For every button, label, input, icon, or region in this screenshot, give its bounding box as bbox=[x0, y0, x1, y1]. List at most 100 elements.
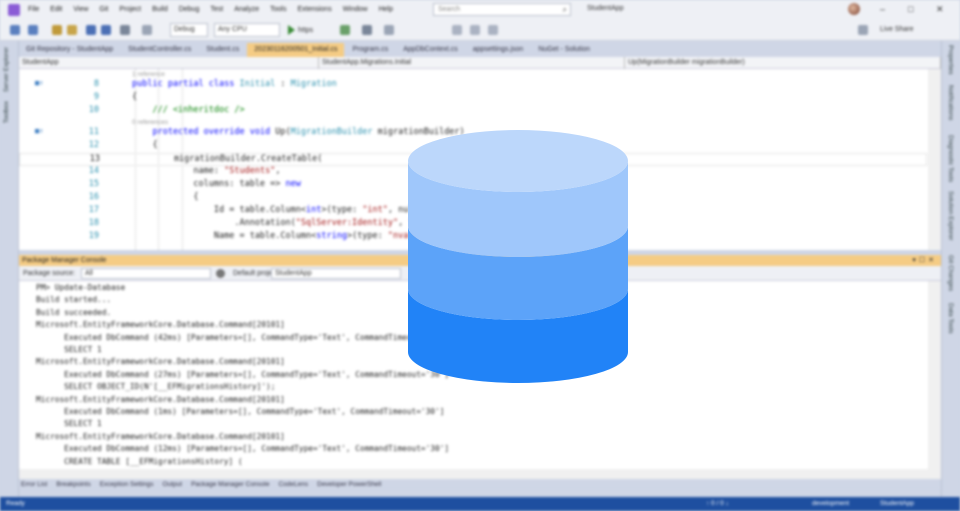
gear-icon[interactable] bbox=[216, 269, 225, 278]
menu-help[interactable]: Help bbox=[379, 6, 393, 13]
code-text: { bbox=[132, 92, 137, 102]
run-button[interactable]: https bbox=[288, 23, 313, 37]
status-changes[interactable]: ↑ 0 / 0 ↓ bbox=[706, 500, 729, 507]
console-horizontal-scrollbar[interactable] bbox=[19, 469, 928, 479]
console-line: Executed DbCommand (42ms) [Parameters=[]… bbox=[36, 332, 450, 342]
toolbar-misc-icon[interactable] bbox=[384, 25, 394, 35]
line-number: 11 bbox=[88, 127, 99, 137]
save-all-icon[interactable] bbox=[101, 25, 111, 35]
undo-icon[interactable] bbox=[120, 25, 130, 35]
menu-extensions[interactable]: Extensions bbox=[297, 6, 331, 13]
search-input[interactable]: Search ⌕ bbox=[433, 3, 571, 16]
menu-edit[interactable]: Edit bbox=[50, 6, 62, 13]
tab-initial-migration[interactable]: 20230116200501_Initial.cs bbox=[247, 43, 345, 57]
tab-program[interactable]: Program.cs bbox=[345, 43, 395, 57]
maximize-icon[interactable]: □ bbox=[908, 4, 913, 14]
menu-file[interactable]: File bbox=[28, 6, 39, 13]
code-token: >(type: bbox=[346, 231, 388, 241]
menu-window[interactable]: Window bbox=[343, 6, 368, 13]
close-icon[interactable]: ✕ bbox=[936, 4, 944, 15]
database-icon bbox=[408, 130, 628, 383]
package-source-label: Package source: bbox=[23, 270, 76, 277]
run-label: https bbox=[298, 26, 314, 34]
server-explorer-tab[interactable]: Server Explorer bbox=[3, 47, 10, 92]
comment-icon[interactable] bbox=[470, 25, 480, 35]
bookmark-icon[interactable] bbox=[452, 25, 462, 35]
editor-scrollbar[interactable] bbox=[928, 69, 941, 250]
toolbox-tab[interactable]: Toolbox bbox=[3, 101, 10, 123]
menu-build[interactable]: Build bbox=[152, 6, 168, 13]
override-glyph-icon[interactable]: ■↑ bbox=[35, 127, 43, 135]
back-icon[interactable] bbox=[10, 25, 20, 35]
console-scrollbar[interactable] bbox=[928, 281, 941, 479]
feedback-icon[interactable] bbox=[858, 25, 868, 35]
platform-select[interactable]: Any CPU bbox=[214, 23, 280, 37]
menu-analyze[interactable]: Analyze bbox=[234, 6, 259, 13]
code-token: { bbox=[132, 92, 138, 102]
properties-tab[interactable]: Properties bbox=[947, 45, 954, 75]
bottom-tool-tabs: Error List Breakpoints Exception Setting… bbox=[19, 479, 941, 489]
status-repo[interactable]: StudentApp bbox=[880, 500, 914, 507]
start-without-debugging-icon[interactable] bbox=[340, 25, 350, 35]
codelens-references[interactable]: 0 references bbox=[132, 119, 168, 126]
configuration-select[interactable]: Debug bbox=[170, 23, 208, 37]
tab-codelens[interactable]: CodeLens bbox=[278, 481, 308, 488]
avatar[interactable] bbox=[848, 3, 860, 15]
tab-app-db-context[interactable]: AppDbContext.cs bbox=[396, 43, 464, 57]
solution-title: StudentApp bbox=[587, 5, 624, 12]
redo-icon[interactable] bbox=[142, 25, 152, 35]
menu-bar: File Edit View Git Project Build Debug T… bbox=[0, 0, 960, 19]
live-share-button[interactable]: Live Share bbox=[880, 26, 913, 33]
pmc-window-buttons[interactable]: ▾☐✕ bbox=[912, 256, 937, 264]
menu-view[interactable]: View bbox=[73, 6, 88, 13]
codelens-references[interactable]: 1 reference bbox=[132, 71, 165, 78]
menu-test[interactable]: Test bbox=[210, 6, 223, 13]
console-line: SELECT OBJECT_ID(N'[__EFMigrationsHistor… bbox=[36, 382, 276, 392]
tab-breakpoints[interactable]: Breakpoints bbox=[56, 481, 90, 488]
tab-git-repository[interactable]: Git Repository - StudentApp bbox=[19, 43, 120, 57]
tab-appsettings[interactable]: appsettings.json bbox=[466, 43, 531, 57]
member-dropdown[interactable]: Up(MigrationBuilder migrationBuilder) bbox=[625, 57, 941, 69]
git-changes-tab[interactable]: Git Changes bbox=[947, 255, 954, 291]
menu-debug[interactable]: Debug bbox=[179, 6, 200, 13]
line-number: 18 bbox=[88, 218, 99, 228]
solution-explorer-tab[interactable]: Solution Explorer bbox=[947, 191, 954, 241]
line-number: 12 bbox=[88, 140, 99, 150]
code-text: migrationBuilder.CreateTable( bbox=[133, 154, 322, 164]
console-line: PM> Update-Database bbox=[36, 283, 126, 292]
menu-tools[interactable]: Tools bbox=[270, 6, 286, 13]
diagnostic-tools-tab[interactable]: Diagnostic Tools bbox=[947, 135, 954, 182]
notifications-tab[interactable]: Notifications bbox=[947, 85, 954, 120]
open-icon[interactable] bbox=[67, 25, 77, 35]
code-token: /// <inheritdoc /> bbox=[132, 105, 245, 115]
code-token: string bbox=[316, 231, 347, 241]
code-text: name: "Students", bbox=[132, 166, 280, 176]
tab-developer-powershell[interactable]: Developer PowerShell bbox=[317, 481, 381, 488]
package-source-select[interactable]: All bbox=[81, 268, 211, 279]
minimize-icon[interactable]: – bbox=[880, 4, 885, 14]
menu-git[interactable]: Git bbox=[99, 6, 108, 13]
tab-student-controller[interactable]: StudentController.cs bbox=[121, 43, 198, 57]
document-tab-bar: Git Repository - StudentApp StudentContr… bbox=[19, 41, 941, 57]
console-line: Executed DbCommand (1ms) [Parameters=[],… bbox=[36, 407, 445, 416]
override-glyph-icon[interactable]: ■↑ bbox=[35, 79, 43, 87]
tab-exception-settings[interactable]: Exception Settings bbox=[100, 481, 154, 488]
tab-student[interactable]: Student.cs bbox=[199, 43, 246, 57]
tab-package-manager-console[interactable]: Package Manager Console bbox=[191, 481, 269, 488]
class-dropdown[interactable]: StudentApp.Migrations.Initial bbox=[319, 57, 625, 69]
default-project-select[interactable]: StudentApp bbox=[271, 268, 401, 279]
status-branch[interactable]: development bbox=[812, 500, 849, 507]
right-tool-rail: Properties Notifications Diagnostic Tool… bbox=[941, 41, 960, 497]
data-tools-tab[interactable]: Data Tools bbox=[947, 303, 954, 334]
tab-nuget-solution[interactable]: NuGet - Solution bbox=[531, 43, 597, 57]
save-icon[interactable] bbox=[86, 25, 96, 35]
menu-project[interactable]: Project bbox=[119, 6, 141, 13]
code-text: .Annotation("SqlServer:Identity", "1, 1"… bbox=[132, 218, 449, 228]
new-item-icon[interactable] bbox=[52, 25, 62, 35]
uncomment-icon[interactable] bbox=[488, 25, 498, 35]
project-dropdown[interactable]: StudentApp bbox=[19, 57, 319, 69]
tab-output[interactable]: Output bbox=[163, 481, 183, 488]
forward-icon[interactable] bbox=[28, 25, 38, 35]
tab-error-list[interactable]: Error List bbox=[21, 481, 47, 488]
refresh-icon[interactable] bbox=[362, 25, 372, 35]
